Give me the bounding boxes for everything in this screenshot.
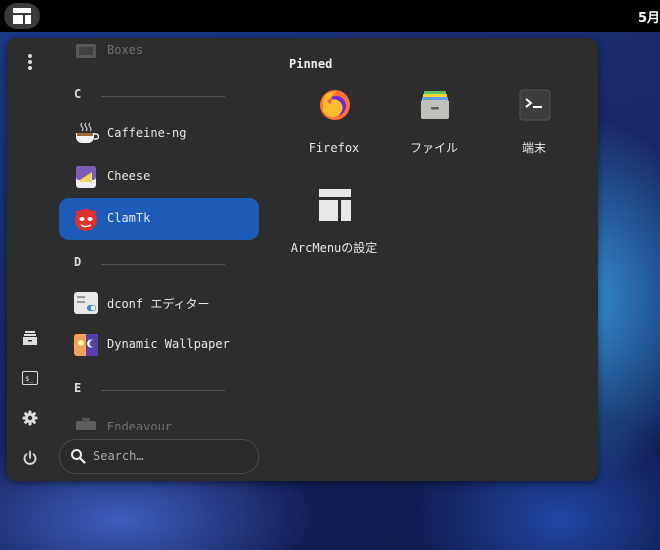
firefox-icon [320, 90, 350, 120]
power-icon [23, 450, 37, 465]
power-button[interactable] [17, 445, 43, 471]
list-item-dconf-editor[interactable]: dconf エディター [59, 282, 259, 324]
list-item-dynamic-wallpaper[interactable]: Dynamic Wallpaper [59, 324, 259, 366]
pinned-app-terminal[interactable]: 端末 [489, 88, 579, 174]
pinned-app-firefox[interactable]: Firefox [289, 88, 379, 174]
gear-icon [22, 410, 38, 426]
section-header-c: C [59, 87, 259, 107]
top-bar: 5月 [0, 0, 660, 32]
search-box[interactable] [59, 439, 259, 474]
terminal-icon [519, 89, 551, 121]
dynamic-wallpaper-icon [74, 334, 98, 356]
terminal-icon: $_ [22, 371, 38, 385]
arcmenu-panel: $_ Boxes C Caffeine-ng Cheese ClamTk D d… [7, 38, 598, 481]
endeavour-icon [76, 418, 96, 430]
pinned-app-arcmenu-settings[interactable]: ArcMenuの設定 [289, 188, 379, 274]
svg-text:$_: $_ [25, 375, 34, 383]
dconf-editor-icon [74, 292, 98, 314]
terminal-button[interactable]: $_ [17, 365, 43, 391]
side-bar: $_ [7, 38, 53, 481]
clock[interactable]: 5月 [638, 7, 660, 26]
list-item-caffeine-ng[interactable]: Caffeine-ng [59, 113, 259, 155]
file-cabinet-icon [23, 331, 37, 345]
files-icon [421, 91, 449, 119]
list-item-endeavour[interactable]: Endeavour [59, 407, 259, 430]
list-item-cheese[interactable]: Cheese [59, 156, 259, 198]
settings-button[interactable] [17, 405, 43, 431]
app-list[interactable]: Boxes C Caffeine-ng Cheese ClamTk D dcon… [59, 38, 259, 430]
coffee-cup-icon [76, 122, 99, 143]
pinned-title: Pinned [289, 57, 333, 71]
more-options-button[interactable] [17, 49, 43, 75]
search-icon [71, 449, 86, 464]
search-input[interactable] [93, 447, 243, 465]
activities-button[interactable] [4, 3, 40, 29]
cheese-icon [76, 166, 96, 188]
vertical-dots-icon [28, 54, 32, 70]
list-item-clamtk[interactable]: ClamTk [59, 198, 259, 240]
boxes-icon [76, 44, 96, 58]
arcmenu-settings-icon [319, 189, 351, 221]
clamtk-icon [75, 209, 97, 231]
pinned-app-files[interactable]: ファイル [389, 88, 479, 174]
files-button[interactable] [17, 325, 43, 351]
arcmenu-icon [13, 8, 31, 24]
section-header-d: D [59, 255, 259, 275]
list-item-boxes[interactable]: Boxes [59, 38, 259, 72]
section-header-e: E [59, 381, 259, 401]
